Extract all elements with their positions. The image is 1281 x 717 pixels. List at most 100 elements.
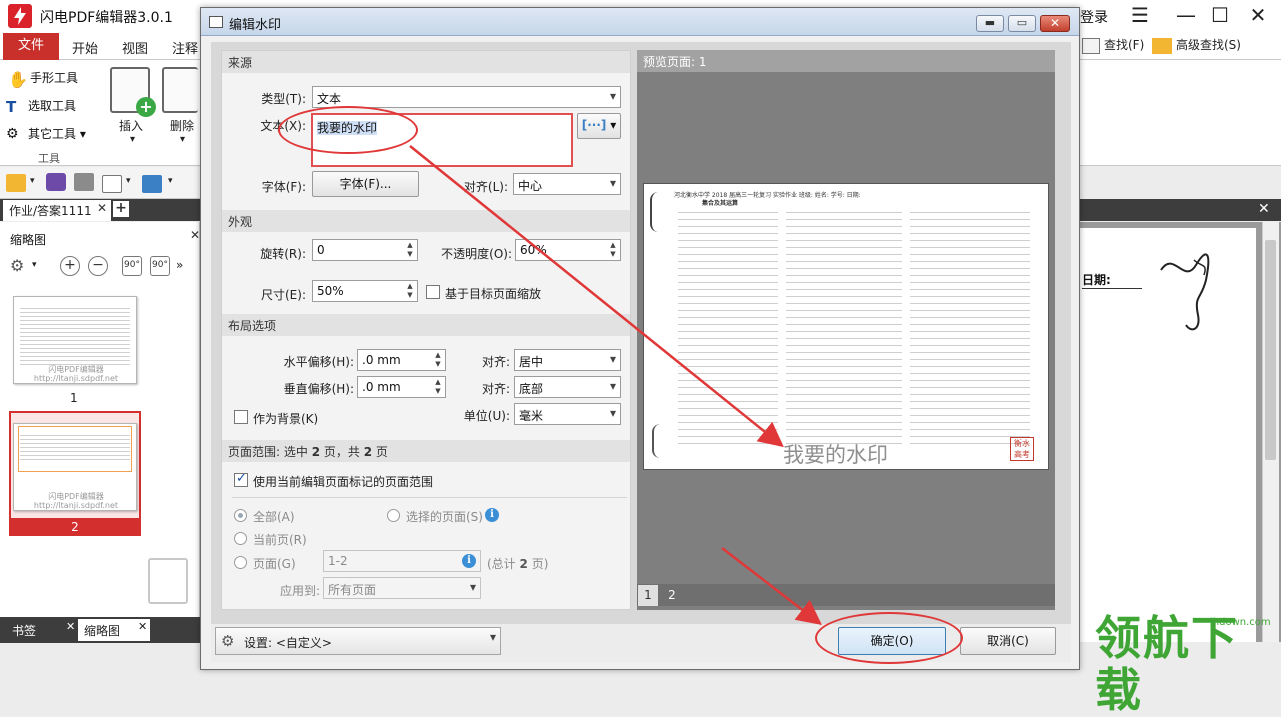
new-tab-icon[interactable]: +	[113, 201, 129, 217]
layout-section-header: 布局选项	[222, 314, 630, 336]
tools-group-label: 工具	[38, 152, 60, 165]
hand-tool[interactable]: ✋ 手形工具	[8, 69, 78, 89]
thumbnail-panel-title: 缩略图	[10, 233, 47, 247]
preview-seal-stamp: 衡水 高考	[1010, 437, 1034, 461]
pages-radio[interactable]	[234, 556, 247, 569]
align-select[interactable]: 中心	[513, 173, 621, 195]
calligraphy-decoration-icon	[652, 424, 672, 458]
preview-page-2-button[interactable]: 2	[662, 585, 682, 606]
login-link[interactable]: 登录	[1080, 7, 1108, 27]
tab-thumbnails-close-icon[interactable]: ✕	[138, 620, 147, 633]
document-tab-close-icon[interactable]: ✕	[97, 201, 107, 215]
tab-view[interactable]: 视图	[122, 38, 148, 57]
current-page-radio[interactable]	[234, 532, 247, 545]
select-tool[interactable]: T 选取工具	[6, 97, 76, 116]
thumbnail-panel-close-icon[interactable]: ✕	[190, 228, 200, 242]
tab-bookmarks-close-icon[interactable]: ✕	[66, 620, 75, 633]
as-background-label: 作为背景(K)	[253, 412, 319, 426]
horizontal-align-select[interactable]: 居中	[514, 349, 621, 371]
type-select[interactable]: 文本	[312, 86, 621, 108]
pages-label: 页面(G)	[253, 557, 296, 571]
document-tab[interactable]: 作业/答案1111	[3, 200, 111, 221]
unit-select[interactable]: 毫米	[514, 403, 621, 425]
scan-icon[interactable]	[142, 175, 162, 193]
settings-select[interactable]: 设置: <自定义>	[215, 627, 501, 655]
thumbnail-watermark-line1: 闪电PDF编辑器	[48, 492, 104, 501]
font-button[interactable]: 字体(F)...	[312, 171, 419, 197]
vertical-align-label: 对齐:	[481, 382, 510, 396]
thumbnail-page-1[interactable]: 闪电PDF编辑器 http://ltanji.sdpdf.net	[13, 296, 137, 384]
tab-file[interactable]: 文件	[3, 33, 59, 60]
delete-button[interactable]	[162, 67, 198, 113]
close-icon[interactable]: ✕	[1244, 4, 1272, 28]
search-icon	[1082, 37, 1100, 54]
advanced-search-button[interactable]: 高级查找(S)	[1152, 36, 1241, 54]
print-icon[interactable]	[74, 173, 94, 191]
open-folder-icon[interactable]	[6, 174, 26, 192]
other-tools[interactable]: ⚙ 其它工具 ▾	[6, 125, 86, 144]
email-dropdown-icon[interactable]: ▾	[126, 176, 131, 186]
thumb-more-icon[interactable]: »	[176, 258, 183, 272]
thumbnail-page-2[interactable]: 闪电PDF编辑器 http://ltanji.sdpdf.net	[13, 423, 137, 511]
scan-dropdown-icon[interactable]: ▾	[168, 176, 173, 186]
hand-icon: ✋	[8, 69, 28, 89]
vertical-offset-arrows-icon[interactable]: ▲ ▼	[432, 378, 444, 396]
rotate-left-icon[interactable]: 90°	[122, 256, 142, 276]
settings-gear-icon: ⚙	[221, 632, 235, 650]
apply-to-select[interactable]: 所有页面	[323, 577, 481, 599]
rotation-spinner[interactable]: 0 ▲ ▼	[312, 239, 418, 261]
selected-pages-info-icon[interactable]: i	[485, 508, 499, 522]
gear-magnifier-icon: ⚙	[6, 125, 19, 142]
thumb-settings-dropdown-icon[interactable]: ▾	[32, 260, 37, 270]
save-icon[interactable]	[46, 173, 66, 191]
dialog-maximize-icon[interactable]: ▭	[1008, 15, 1036, 32]
document-scrollbar-thumb[interactable]	[1265, 240, 1276, 460]
pages-range-input[interactable]: 1-2	[323, 550, 481, 572]
vertical-offset-label: 垂直偏移(H):	[283, 382, 354, 396]
email-icon[interactable]	[102, 175, 122, 193]
open-dropdown-icon[interactable]: ▾	[30, 176, 35, 186]
as-background-checkbox[interactable]	[234, 410, 248, 424]
preview-column-1	[678, 206, 778, 444]
menu-icon[interactable]: ☰	[1126, 4, 1154, 28]
annotation-ellipse-ok	[815, 612, 963, 664]
rotate-right-icon[interactable]: 90°	[150, 256, 170, 276]
total-pages-text: (总计 2 页)	[487, 557, 549, 571]
horizontal-offset-arrows-icon[interactable]: ▲ ▼	[432, 351, 444, 369]
pages-range-info-icon[interactable]: i	[462, 554, 476, 568]
opacity-spinner[interactable]: 60% ▲ ▼	[515, 239, 621, 261]
rotation-label: 旋转(R):	[260, 247, 306, 261]
minimize-icon[interactable]: —	[1172, 4, 1200, 28]
cancel-button[interactable]: 取消(C)	[960, 627, 1056, 655]
preview-page-1-button[interactable]: 1	[638, 585, 658, 606]
dialog-close-icon[interactable]: ✕	[1040, 15, 1070, 32]
insert-dropdown-icon[interactable]: ▾	[130, 134, 135, 145]
insert-button[interactable]: +	[110, 67, 156, 117]
tab-annotate[interactable]: 注释	[172, 38, 198, 57]
all-pages-radio[interactable]	[234, 509, 247, 522]
use-marked-range-checkbox[interactable]	[234, 471, 248, 487]
delete-dropdown-icon[interactable]: ▾	[180, 134, 185, 145]
lightning-logo-icon	[8, 4, 32, 28]
zoom-out-icon[interactable]: −	[88, 256, 108, 276]
selected-pages-radio[interactable]	[387, 509, 400, 522]
maximize-icon[interactable]: ☐	[1206, 4, 1234, 28]
thumbnail-watermark-line2: http://ltanji.sdpdf.net	[33, 374, 119, 383]
vertical-align-select[interactable]: 底部	[514, 376, 621, 398]
insert-field-button[interactable]: [···] ▾	[577, 113, 621, 139]
scale-to-page-checkbox[interactable]	[426, 285, 440, 299]
rotation-spinner-arrows-icon[interactable]: ▲ ▼	[404, 241, 416, 259]
size-spinner-arrows-icon[interactable]: ▲ ▼	[404, 282, 416, 300]
horizontal-offset-spinner[interactable]: .0 mm ▲ ▼	[357, 349, 446, 371]
search-button[interactable]: 查找(F)	[1082, 36, 1144, 54]
zoom-in-icon[interactable]: +	[60, 256, 80, 276]
close-all-docs-icon[interactable]: ✕	[1258, 201, 1270, 217]
opacity-spinner-arrows-icon[interactable]: ▲ ▼	[607, 241, 619, 259]
delete-label: 删除	[170, 119, 195, 133]
vertical-offset-spinner[interactable]: .0 mm ▲ ▼	[357, 376, 446, 398]
thumb-settings-gear-icon[interactable]: ⚙	[10, 256, 24, 275]
tab-start[interactable]: 开始	[72, 38, 98, 57]
size-spinner[interactable]: 50% ▲ ▼	[312, 280, 418, 302]
dialog-minimize-icon[interactable]: ▬	[976, 15, 1004, 32]
annotation-ellipse-text	[278, 106, 418, 154]
